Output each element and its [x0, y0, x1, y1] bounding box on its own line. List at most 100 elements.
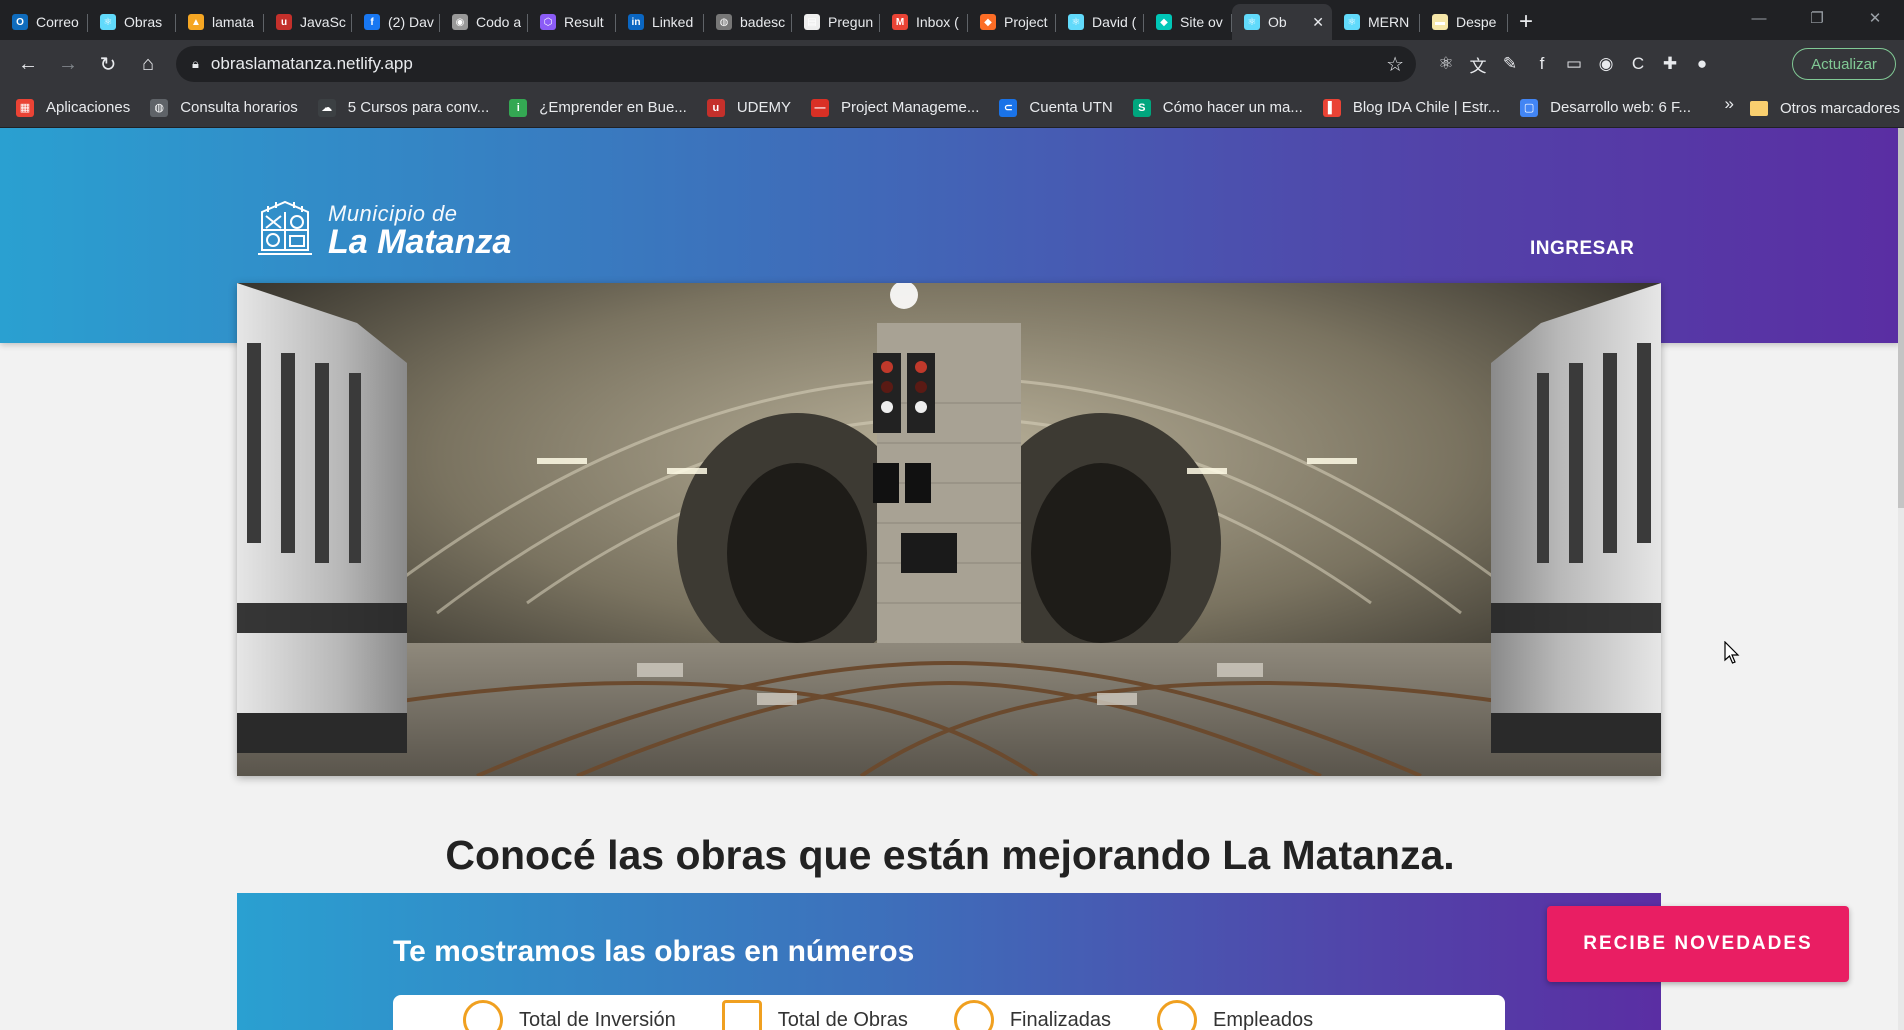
helmet-icon	[1157, 1000, 1198, 1030]
tab-strip: O Correo ⚛ Obras ▲ lamata u JavaSc f (2) Dav ◉ Codo…	[0, 0, 1904, 40]
udemy-icon: u	[276, 14, 292, 30]
lock-icon[interactable]: 🔒︎	[192, 56, 199, 72]
tab-title: Obras	[124, 14, 163, 30]
linkedin-icon: in	[628, 14, 644, 30]
tab-title: Despe	[1456, 14, 1497, 30]
forward-button[interactable]: →	[48, 44, 88, 84]
page-headline: Conocé las obras que están mejorando La …	[445, 832, 1455, 878]
browser-tab[interactable]: ▬ Despe	[1420, 4, 1508, 40]
restore-icon[interactable]: ❐	[1788, 0, 1846, 36]
browser-tab[interactable]: ▲ lamata	[176, 4, 264, 40]
tab-title: Project	[1004, 14, 1048, 30]
bookmark-item[interactable]: S Cómo hacer un ma...	[1132, 94, 1303, 122]
page-icon: ▤	[804, 14, 820, 30]
tab-title: Pregun	[828, 14, 874, 30]
globe-icon: ◍	[716, 14, 732, 30]
extensions-puzzle-icon[interactable]: ✚	[1654, 50, 1686, 78]
color-picker-icon[interactable]: ✎	[1494, 50, 1526, 78]
page-scrollbar[interactable]	[1898, 128, 1904, 1030]
bookmark-label: Aplicaciones	[46, 99, 131, 116]
bookmark-item[interactable]: ◍ Consulta horarios	[150, 94, 298, 122]
tab-title: Ob	[1268, 14, 1287, 30]
tab-title: badesc	[740, 14, 786, 30]
browser-tab[interactable]: ▤ Pregun	[792, 4, 880, 40]
window-controls: — ❐ ✕	[1730, 0, 1904, 36]
page-icon: ▢	[1520, 98, 1539, 117]
tab-title: Inbox (	[916, 14, 959, 30]
circle-ext-icon[interactable]: ◉	[1590, 50, 1622, 78]
firebase-icon: ▲	[188, 14, 204, 30]
browser-tab[interactable]: O Correo	[0, 4, 88, 40]
cloud-icon: ☁	[317, 98, 336, 117]
newsletter-button[interactable]: RECIBE NOVEDADES	[1547, 906, 1849, 982]
browser-tab[interactable]: ◍ badesc	[704, 4, 792, 40]
check-circle-icon	[953, 1000, 994, 1030]
react-devtools-icon[interactable]: ⚛	[1430, 50, 1462, 78]
browser-tab[interactable]: ⚛ MERN	[1332, 4, 1420, 40]
browser-tab[interactable]: M Inbox (	[880, 4, 968, 40]
municipio-logo[interactable]: Municipio de La Matanza	[254, 198, 511, 264]
scrollbar-thumb[interactable]	[1898, 128, 1904, 508]
profile-avatar-icon[interactable]: ●	[1686, 50, 1718, 78]
browser-tab[interactable]: ⚛ Ob ✕	[1232, 4, 1332, 40]
tab-title: lamata	[212, 14, 255, 30]
browser-tab[interactable]: ⚛ David (	[1056, 4, 1144, 40]
login-link[interactable]: INGRESAR	[1530, 238, 1634, 260]
s-icon: S	[1132, 98, 1151, 117]
browser-tab[interactable]: in Linked	[616, 4, 704, 40]
gmail-icon: M	[892, 14, 908, 30]
coin-icon	[463, 1000, 503, 1030]
bookmark-label: ¿Emprender en Bue...	[539, 99, 687, 116]
bookmark-label: Project Manageme...	[840, 99, 980, 116]
browser-toolbar: ← → ↻ ⌂ 🔒︎ obraslamatanza.netlify.app ☆ …	[0, 40, 1904, 88]
translate-icon[interactable]: 文	[1462, 50, 1494, 78]
back-button[interactable]: ←	[8, 44, 48, 84]
browser-tab[interactable]: ⚛ Obras	[88, 4, 176, 40]
browser-tab[interactable]: ◆ Project	[968, 4, 1056, 40]
bookmark-item[interactable]: ▦ Aplicaciones	[16, 94, 130, 122]
bookmark-item[interactable]: i ¿Emprender en Bue...	[509, 94, 687, 122]
udemy-icon: u	[706, 98, 725, 117]
tab-title: (2) Dav	[388, 14, 434, 30]
printer-ext-icon[interactable]: ▭	[1558, 50, 1590, 78]
browser-tab[interactable]: ⬡ Result	[528, 4, 616, 40]
other-bookmarks[interactable]: Otros marcadores	[1749, 94, 1900, 122]
bookmark-item[interactable]: ▌ Blog IDA Chile | Estr...	[1322, 94, 1501, 122]
facebook-ext-icon[interactable]: f	[1526, 50, 1558, 78]
mouse-cursor-icon	[1724, 641, 1740, 664]
bookmark-item[interactable]: — Project Manageme...	[810, 94, 980, 122]
browser-tab[interactable]: f (2) Dav	[352, 4, 440, 40]
other-bookmarks-label: Otros marcadores	[1779, 99, 1900, 117]
bookmark-item[interactable]: ☁ 5 Cursos para conv...	[317, 94, 489, 122]
address-bar[interactable]: 🔒︎ obraslamatanza.netlify.app ☆	[176, 46, 1416, 82]
react-icon: ⚛	[1344, 14, 1360, 30]
close-tab-icon[interactable]: ✕	[1312, 14, 1324, 31]
bookmark-item[interactable]: ▢ Desarrollo web: 6 F...	[1520, 94, 1691, 122]
bookmarks-bar: ▦ Aplicaciones ◍ Consulta horarios ☁ 5 Cursos…	[0, 88, 1904, 128]
new-tab-button[interactable]: +	[1508, 4, 1544, 40]
browser-tab[interactable]: u JavaSc	[264, 4, 352, 40]
swirl-icon: ⊂	[999, 98, 1018, 117]
bookmarks-list: ▦ Aplicaciones ◍ Consulta horarios ☁ 5 Cursos…	[16, 94, 1711, 122]
tab-title: Codo a	[476, 14, 522, 30]
browser-tab[interactable]: ◉ Codo a	[440, 4, 528, 40]
stat-total-obras: Total de Obras	[721, 995, 908, 1030]
react-icon: ⚛	[1068, 14, 1084, 30]
reload-button[interactable]: ↻	[88, 44, 128, 84]
bookmark-item[interactable]: u UDEMY	[706, 94, 791, 122]
code-ext-icon[interactable]: C	[1622, 50, 1654, 78]
more-bookmarks-chevron-icon[interactable]: »	[1725, 94, 1734, 114]
update-button[interactable]: Actualizar	[1792, 48, 1896, 80]
bookmark-label: Blog IDA Chile | Estr...	[1352, 99, 1501, 116]
stat-finalizadas: Finalizadas	[953, 995, 1111, 1030]
bookmark-item[interactable]: ⊂ Cuenta UTN	[999, 94, 1113, 122]
minimize-icon[interactable]: —	[1730, 0, 1788, 36]
browser-tab[interactable]: ◆ Site ov	[1144, 4, 1232, 40]
close-window-icon[interactable]: ✕	[1846, 0, 1904, 36]
netlify-icon: ◆	[1156, 14, 1172, 30]
react-icon: ⚛	[100, 14, 116, 30]
url-text[interactable]: obraslamatanza.netlify.app	[211, 54, 413, 74]
home-button[interactable]: ⌂	[128, 44, 168, 84]
bookmark-star-icon[interactable]: ☆	[1386, 52, 1404, 77]
bookmark-label: Cuenta UTN	[1029, 99, 1113, 116]
